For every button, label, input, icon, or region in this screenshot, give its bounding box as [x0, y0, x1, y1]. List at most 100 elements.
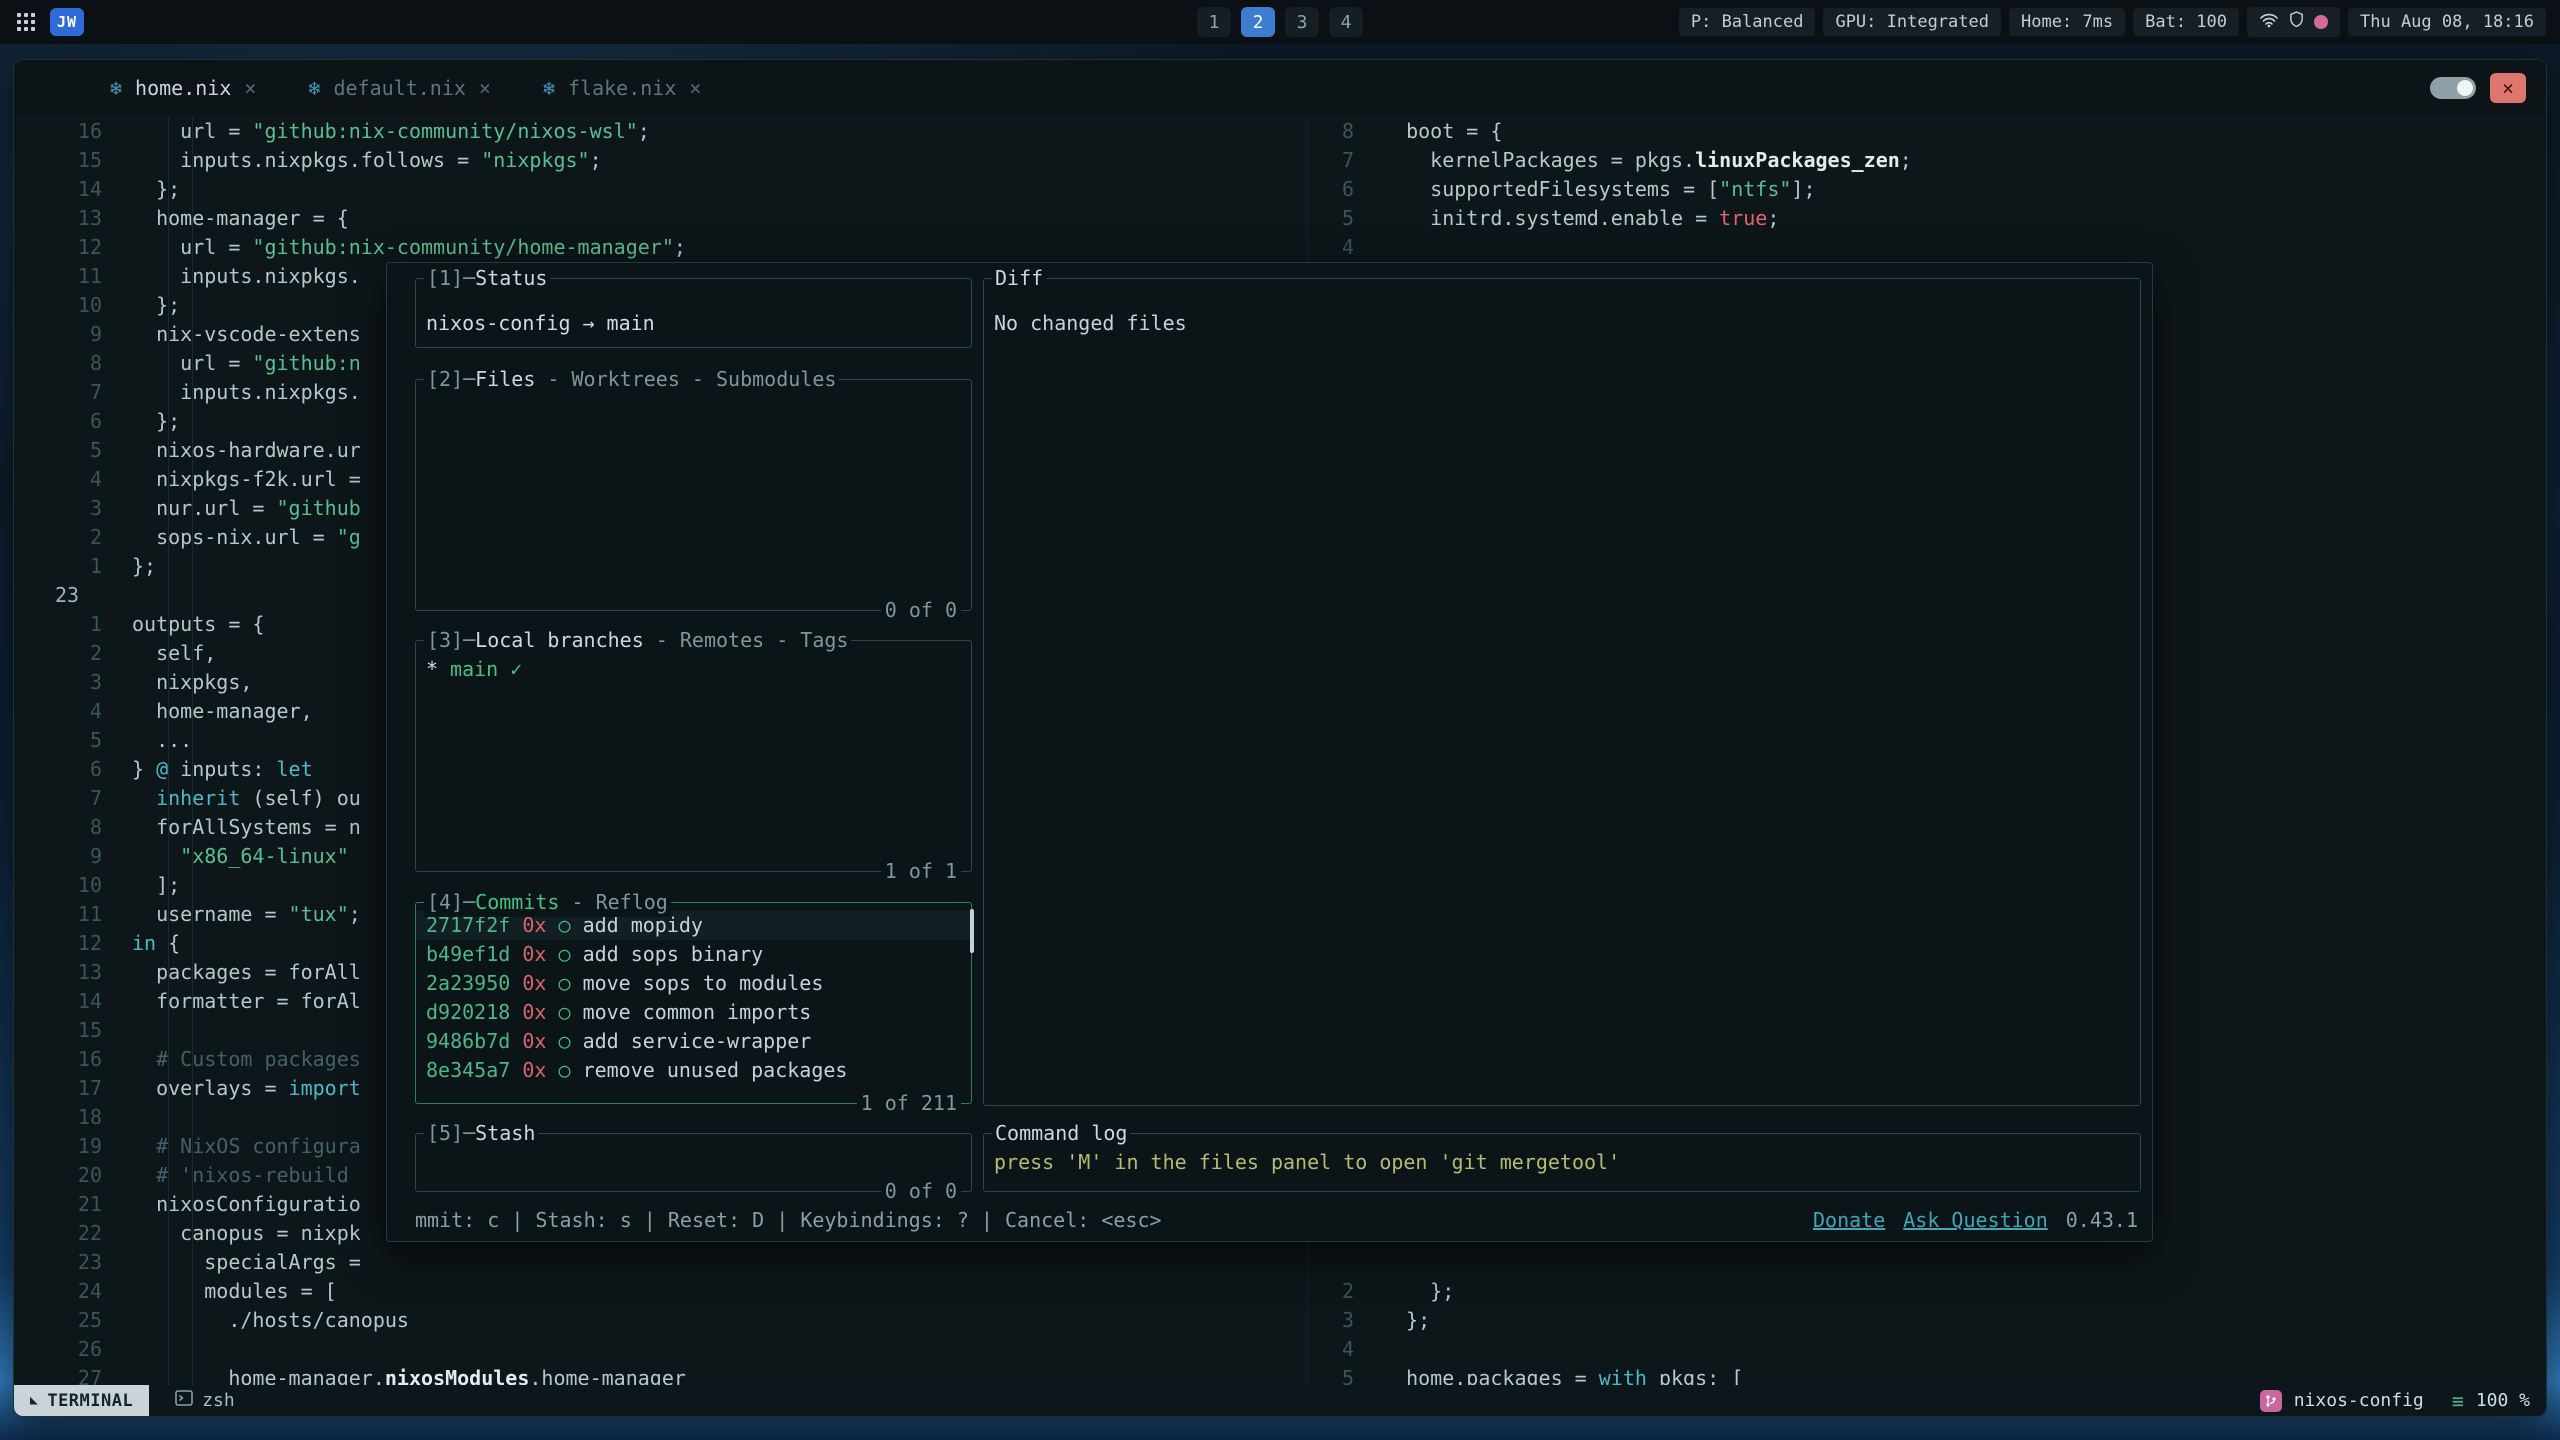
commit-row[interactable]: 8e345a7 0x ○ remove unused packages	[416, 1056, 971, 1085]
shell-tab[interactable]: zsh	[175, 1389, 235, 1412]
lazygit-command-log-panel[interactable]: Command log press 'M' in the files panel…	[983, 1133, 2141, 1192]
panel-count: 1 of 1	[881, 857, 961, 886]
gpu-module[interactable]: GPU: Integrated	[1823, 8, 2001, 36]
code-line[interactable]: 14 };	[14, 175, 1307, 204]
tab-close-icon[interactable]: ×	[689, 76, 701, 100]
clock-module[interactable]: Thu Aug 08, 18:16	[2348, 8, 2546, 36]
line-number: 9	[14, 320, 128, 349]
color-dot-icon[interactable]	[2314, 15, 2328, 29]
branch-row[interactable]: * main ✓	[426, 655, 971, 684]
lazygit-branches-panel[interactable]: [3]─Local branches - Remotes - Tags * ma…	[415, 640, 972, 872]
tab-close-icon[interactable]: ×	[244, 76, 256, 100]
ping-module[interactable]: Home: 7ms	[2009, 8, 2125, 36]
code-line[interactable]: 24 modules = [	[14, 1277, 1307, 1306]
line-number: 9	[14, 842, 128, 871]
code-line[interactable]: 12 url = "github:nix-community/home-mana…	[14, 233, 1307, 262]
nix-snowflake-icon: ❄	[543, 76, 555, 100]
code-line[interactable]: 27 home-manager.nixosModules.home-manage…	[14, 1364, 1307, 1385]
wifi-icon[interactable]	[2259, 12, 2279, 33]
code-line[interactable]: 25 ./hosts/canopus	[14, 1306, 1307, 1335]
lazygit-stash-panel[interactable]: [5]─Stash 0 of 0	[415, 1133, 972, 1192]
line-number: 23	[14, 581, 128, 610]
donate-link[interactable]: Donate	[1813, 1206, 1885, 1235]
commit-row[interactable]: 2a23950 0x ○ move sops to modules	[416, 969, 971, 998]
window-close-button[interactable]: ×	[2490, 73, 2526, 103]
panel-title: Command log	[992, 1119, 1130, 1148]
lazygit-files-panel[interactable]: [2]─Files - Worktrees - Submodules 0 of …	[415, 379, 972, 611]
line-number: 19	[14, 1132, 128, 1161]
panel-count: 0 of 0	[881, 596, 961, 625]
line-number: 14	[14, 987, 128, 1016]
code-line[interactable]: 4	[1308, 1335, 2546, 1364]
check-icon: ✓	[510, 655, 522, 684]
line-number: 3	[14, 494, 128, 523]
window-toggle-switch[interactable]	[2430, 77, 2476, 99]
tab-home-nix[interactable]: ❄ home.nix ×	[84, 60, 282, 116]
workspace-3[interactable]: 3	[1285, 7, 1319, 37]
power-profile-module[interactable]: P: Balanced	[1679, 8, 1816, 36]
shield-icon[interactable]	[2289, 11, 2304, 33]
line-number: 18	[14, 1103, 128, 1132]
logo-badge[interactable]: JW	[50, 8, 84, 36]
lazygit-status-panel[interactable]: [1]─Status nixos-config → main	[415, 278, 972, 348]
ask-question-link[interactable]: Ask Question	[1903, 1206, 2048, 1235]
code-line[interactable]: 4	[1308, 233, 2546, 262]
code-text: };	[1372, 1306, 2546, 1335]
panel-title: [4]─Commits - Reflog	[424, 888, 671, 917]
code-line[interactable]: 5 home.packages = with pkgs; [	[1308, 1364, 2546, 1385]
line-number: 6	[14, 755, 128, 784]
code-text: home.packages = with pkgs; [	[1372, 1364, 2546, 1385]
panel-count: 0 of 0	[881, 1177, 961, 1206]
commit-row[interactable]: d920218 0x ○ move common imports	[416, 998, 971, 1027]
code-text: inputs.nixpkgs.follows = "nixpkgs";	[128, 146, 1307, 175]
line-number: 8	[14, 349, 128, 378]
code-line[interactable]: 16 url = "github:nix-community/nixos-wsl…	[14, 117, 1307, 146]
tab-default-nix[interactable]: ❄ default.nix ×	[282, 60, 517, 116]
nix-snowflake-icon: ❄	[308, 76, 320, 100]
commit-row[interactable]: 9486b7d 0x ○ add service-wrapper	[416, 1027, 971, 1056]
lazygit-diff-panel[interactable]: Diff No changed files	[983, 278, 2141, 1106]
battery-module[interactable]: Bat: 100	[2133, 8, 2239, 36]
code-line[interactable]: 15 inputs.nixpkgs.follows = "nixpkgs";	[14, 146, 1307, 175]
code-text: boot = {	[1372, 117, 2546, 146]
code-line[interactable]: 6 supportedFilesystems = ["ntfs"];	[1308, 175, 2546, 204]
code-line[interactable]: 13 home-manager = {	[14, 204, 1307, 233]
code-text: url = "github:nix-community/nixos-wsl";	[128, 117, 1307, 146]
workspace-1[interactable]: 1	[1197, 7, 1231, 37]
branch-name: main	[607, 309, 655, 338]
tab-close-icon[interactable]: ×	[479, 76, 491, 100]
code-line[interactable]: 8 boot = {	[1308, 117, 2546, 146]
command-log-content: press 'M' in the files panel to open 'gi…	[994, 1148, 2140, 1177]
code-line[interactable]: 23 specialArgs =	[14, 1248, 1307, 1277]
line-number: 1	[14, 610, 128, 639]
line-number: 24	[14, 1277, 128, 1306]
line-number: 20	[14, 1161, 128, 1190]
code-line[interactable]: 7 kernelPackages = pkgs.linuxPackages_ze…	[1308, 146, 2546, 175]
branch-marker: *	[426, 655, 438, 684]
code-line[interactable]: 2 };	[1308, 1277, 2546, 1306]
line-number: 11	[14, 900, 128, 929]
line-number: 16	[14, 117, 128, 146]
commit-row[interactable]: b49ef1d 0x ○ add sops binary	[416, 940, 971, 969]
repo-name: nixos-config	[426, 309, 571, 338]
terminal-mode-chip[interactable]: ◣ TERMINAL	[14, 1385, 149, 1416]
window-controls: ×	[2430, 73, 2546, 103]
code-line[interactable]: 26	[14, 1335, 1307, 1364]
workspace-4[interactable]: 4	[1329, 7, 1363, 37]
lazygit-commits-panel[interactable]: [4]─Commits - Reflog 2717f2f 0x ○ add mo…	[415, 902, 972, 1104]
line-number: 7	[14, 378, 128, 407]
app-launcher-icon[interactable]	[16, 12, 36, 32]
line-number: 4	[14, 697, 128, 726]
line-number: 16	[14, 1045, 128, 1074]
shell-icon	[175, 1389, 193, 1412]
repo-label[interactable]: nixos-config	[2294, 1390, 2424, 1411]
system-tray[interactable]	[2247, 7, 2340, 37]
panel-title: [2]─Files - Worktrees - Submodules	[424, 365, 839, 394]
code-line[interactable]: 3 };	[1308, 1306, 2546, 1335]
line-number: 1	[14, 552, 128, 581]
code-line[interactable]: 5 initrd.systemd.enable = true;	[1308, 204, 2546, 233]
git-branch-icon[interactable]	[2260, 1390, 2282, 1412]
workspace-2[interactable]: 2	[1241, 7, 1275, 37]
code-text: ./hosts/canopus	[128, 1306, 1307, 1335]
tab-flake-nix[interactable]: ❄ flake.nix ×	[517, 60, 727, 116]
